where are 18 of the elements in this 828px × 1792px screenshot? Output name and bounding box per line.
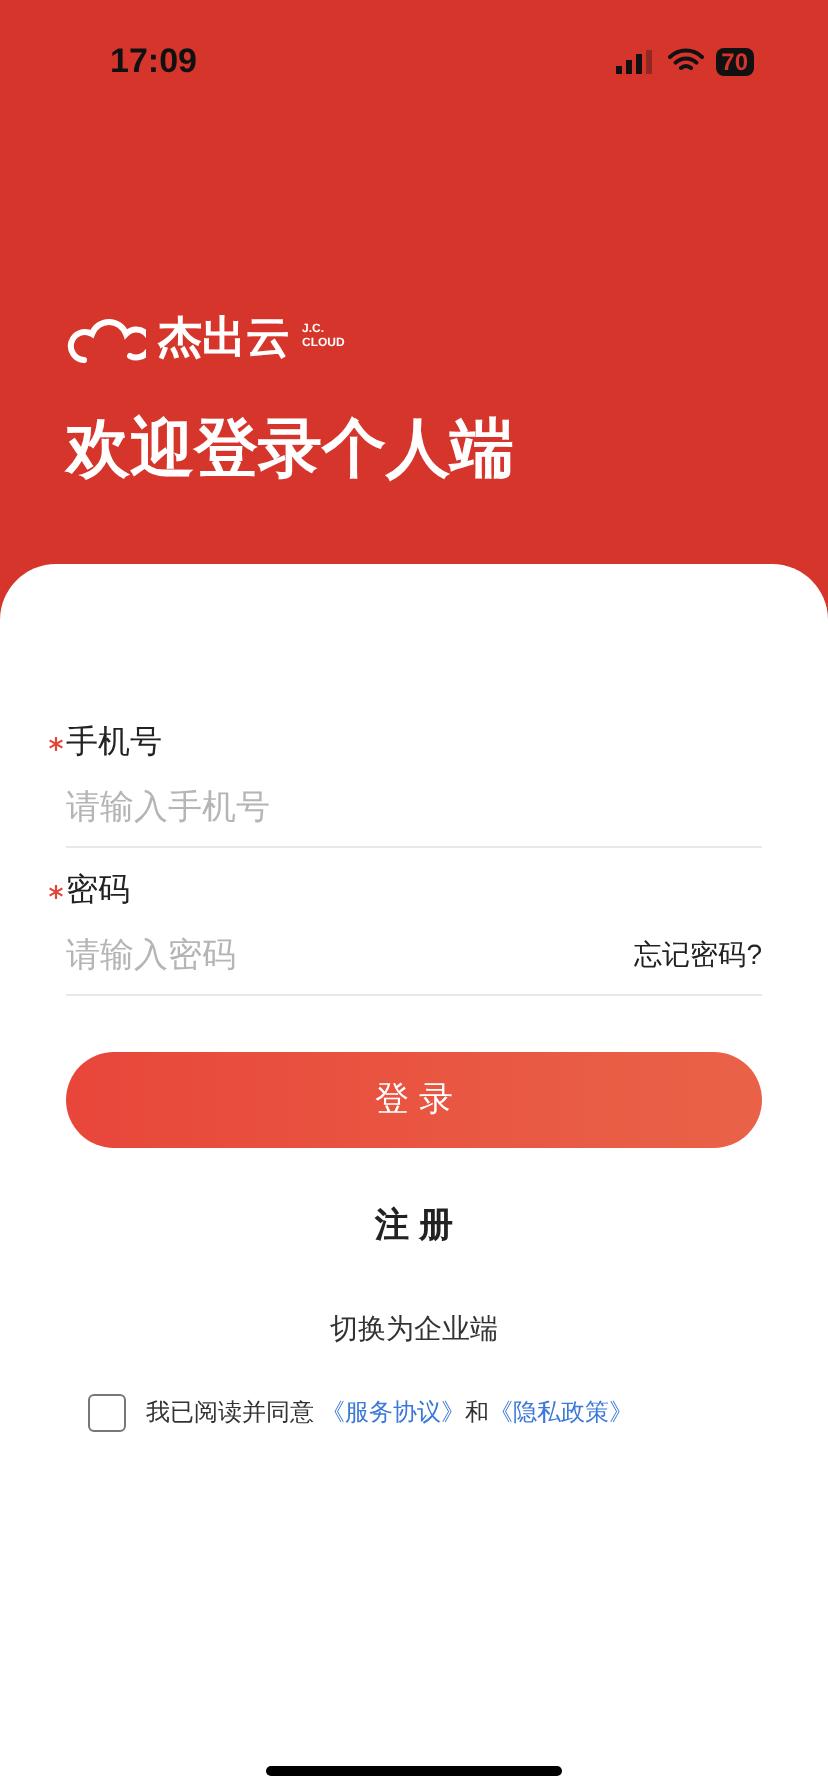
status-time: 17:09 xyxy=(110,40,197,84)
agreement-text: 我已阅读并同意 《服务协议》和《隐私政策》 xyxy=(146,1396,633,1430)
page-title: 欢迎登录个人端 xyxy=(66,409,516,487)
privacy-policy-link[interactable]: 《隐私政策》 xyxy=(488,1398,633,1426)
register-button[interactable]: 注 册 xyxy=(375,1200,453,1251)
text-field[interactable]: 请输入密码 xyxy=(66,929,635,981)
field-label: 密码 xyxy=(66,871,130,912)
battery-icon: 70 xyxy=(715,47,754,76)
signal-icon xyxy=(615,49,656,74)
forgot-password-link[interactable]: 忘记密码? xyxy=(634,934,762,976)
wifi-icon xyxy=(667,48,704,75)
login-button[interactable]: 登 录 xyxy=(66,1052,762,1148)
service-agreement-link[interactable]: 《服务协议》 xyxy=(320,1398,465,1426)
text-field[interactable]: 请输入手机号 xyxy=(66,781,762,833)
brand-name: 杰出云 xyxy=(158,315,290,359)
switch-link[interactable]: 切换为企业端 xyxy=(330,1307,498,1349)
agreement-checkbox[interactable] xyxy=(88,1393,126,1431)
field-label: 手机号 xyxy=(66,723,162,764)
